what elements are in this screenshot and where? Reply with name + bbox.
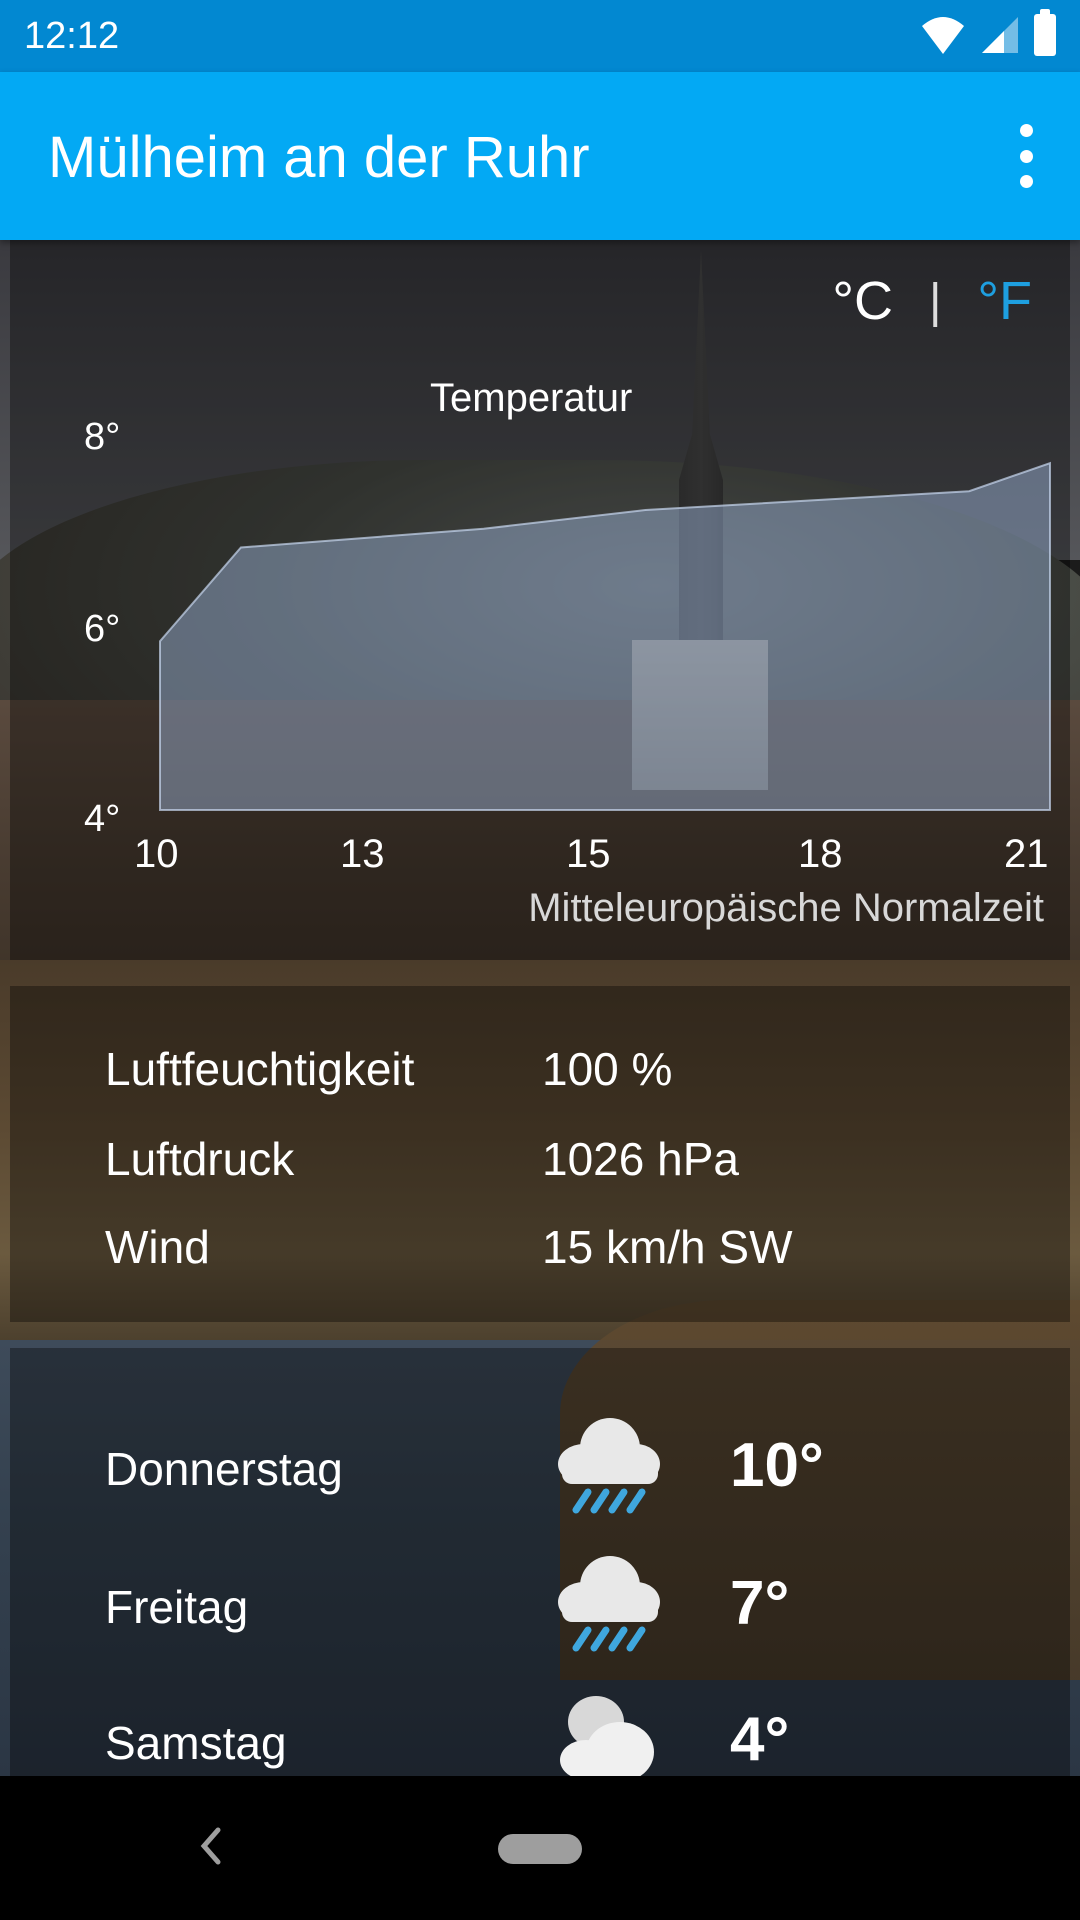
forecast-temp: 4° [730,1705,790,1774]
wind-value: 15 km/h SW [542,1221,793,1273]
forecast-day: Donnerstag [105,1443,343,1495]
wifi-icon [922,17,964,54]
pressure-value: 1026 hPa [542,1133,739,1185]
app-bar: Mülheim an der Ruhr [0,72,1080,240]
status-time: 12:12 [24,14,120,57]
x-tick-label: 10 [134,832,179,876]
navigation-bar [0,1776,1080,1920]
humidity-value: 100 % [542,1043,673,1095]
back-icon[interactable] [190,1816,230,1876]
forecast-temp: 10° [730,1431,824,1500]
battery-icon [1034,9,1056,56]
wind-label: Wind [105,1221,210,1273]
humidity-label: Luftfeuchtigkeit [105,1043,415,1095]
forecast-day: Samstag [105,1717,287,1769]
y-tick-label: 6° [84,608,121,650]
temperature-area [159,461,1051,811]
pressure-label: Luftdruck [105,1133,295,1185]
overflow-menu-icon[interactable] [1006,124,1046,188]
y-tick-label: 8° [84,416,121,458]
rain-cloud-icon [558,1418,660,1514]
forecast-day: Freitag [105,1581,249,1633]
x-tick-label: 18 [798,832,843,876]
rain-cloud-icon [558,1556,660,1652]
weather-details-card: Luftfeuchtigkeit 100 % Luftdruck 1026 hP… [10,986,1070,1322]
x-tick-label: 21 [1004,832,1049,876]
x-tick-label: 15 [566,832,611,876]
x-tick-label: 13 [340,832,385,876]
page-title: Mülheim an der Ruhr [48,125,590,190]
forecast-temp: 7° [730,1569,790,1638]
y-tick-label: 4° [84,798,121,840]
temperature-chart-card: °C | °F Temperatur 8° 6° 4° 10 13 15 18 … [10,240,1070,960]
signal-icon [982,17,1018,53]
timezone-label: Mitteleuropäische Normalzeit [528,886,1044,930]
status-bar: 12:12 [0,0,1080,72]
forecast-card: Donnerstag 10° Freitag 7° Samstag 4° [10,1348,1070,1788]
home-button[interactable] [498,1834,582,1864]
